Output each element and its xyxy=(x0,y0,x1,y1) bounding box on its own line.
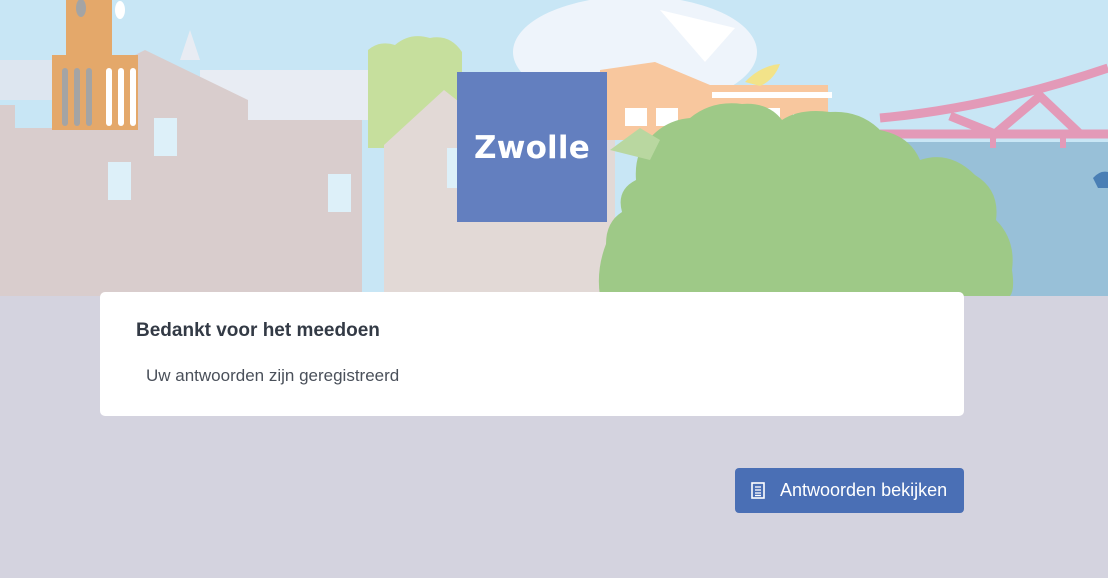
confirmation-card: Bedankt voor het meedoen Uw antwoorden z… xyxy=(100,292,964,416)
page: Zwolle Bedankt voor het meedoen Uw antwo… xyxy=(0,0,1108,578)
zwolle-logo: Zwolle xyxy=(457,72,607,222)
logo-text: Zwolle xyxy=(474,130,590,166)
view-answers-button[interactable]: Antwoorden bekijken xyxy=(735,468,964,513)
card-message: Uw antwoorden zijn geregistreerd xyxy=(146,366,400,385)
city-skyline-banner: Zwolle xyxy=(0,0,1108,296)
document-icon xyxy=(751,482,765,499)
card-title: Bedankt voor het meedoen xyxy=(136,320,380,341)
view-answers-label: Antwoorden bekijken xyxy=(780,480,948,500)
